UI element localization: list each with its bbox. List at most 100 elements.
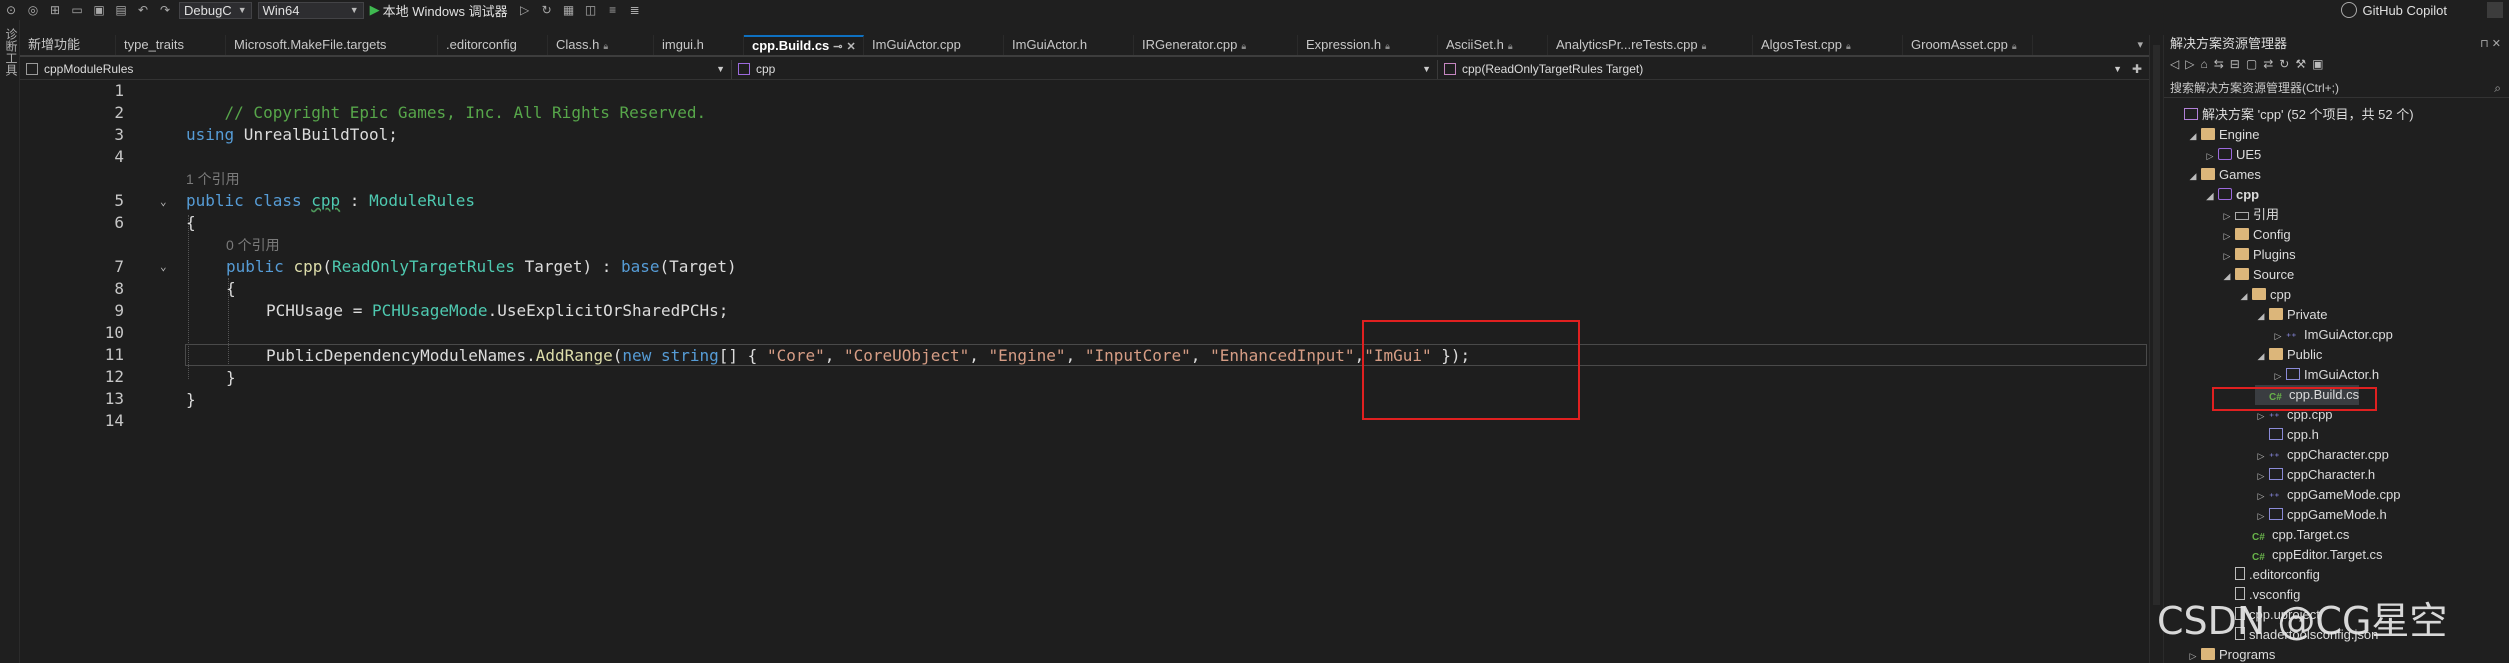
member-dropdown[interactable]: cpp(ReadOnlyTargetRules Target) ▼ [1438,60,2128,79]
tree-node[interactable]: ▷ Plugins [2221,245,2296,265]
account-icon[interactable] [2487,2,2503,18]
tab-7[interactable]: ImGuiActor.cpp [864,35,1004,55]
diagnostic-tools-tab[interactable]: 诊断工具 [3,20,20,76]
tab-0[interactable]: 新增功能 [20,35,116,55]
project-dropdown[interactable]: cpp ▼ [732,59,1438,79]
navigate-back-icon[interactable]: ⊙ [2,1,20,19]
undo-icon[interactable]: ↶ [134,1,152,19]
editor-vertical-scrollbar[interactable] [2149,35,2163,663]
tree-node[interactable]: ▷ Programs [2187,645,2276,663]
play-icon[interactable]: ▶ [370,2,380,18]
expanded-arrow-icon[interactable]: ◢ [2221,266,2233,286]
preview-icon[interactable]: ▣ [2312,57,2323,71]
tree-node[interactable]: ◢ Private [2255,305,2328,326]
collapsed-arrow-icon[interactable]: ▷ [2255,446,2267,466]
expanded-arrow-icon[interactable]: ◢ [2187,166,2199,186]
tree-node[interactable]: cpp.h [2255,425,2319,445]
hot-reload-icon[interactable]: ↻ [538,1,556,19]
collapsed-arrow-icon[interactable]: ▷ [2221,246,2233,266]
tree-node[interactable]: ▷ ⁺⁺ cppGameMode.cpp [2255,485,2401,506]
tab-9[interactable]: IRGenerator.cpp 🔒︎ [1134,35,1298,55]
home-icon[interactable]: ⌂ [2200,57,2207,71]
tab-2[interactable]: Microsoft.MakeFile.targets [226,35,438,55]
search-icon[interactable]: ⌕ [2494,78,2501,98]
tree-node[interactable]: ▷ Config [2221,225,2291,245]
tab-13[interactable]: AlgosTest.cpp 🔒︎ [1753,35,1903,55]
tab-12[interactable]: AnalyticsPr...reTests.cpp 🔒︎ [1548,35,1753,55]
fold-toggle-icon[interactable]: ⌄ [160,256,172,278]
tree-node[interactable]: ◢ Games [2187,165,2261,185]
expanded-arrow-icon[interactable]: ◢ [2187,126,2199,146]
tab-11[interactable]: AsciiSet.h 🔒︎ [1438,35,1548,55]
tree-node[interactable]: C# cpp.Target.cs [2238,525,2349,545]
refresh-icon[interactable]: ↻ [2279,57,2289,71]
save-all-icon[interactable]: ▤ [112,1,130,19]
tab-10[interactable]: Expression.h 🔒︎ [1298,35,1438,55]
tree-node[interactable]: ▷ ⁺⁺ cppCharacter.cpp [2255,445,2389,465]
tree-node[interactable]: .editorconfig [2221,565,2320,585]
tree-node[interactable]: ▷ 引用 [2221,205,2279,225]
tab-overflow-icon[interactable]: ▾ [2131,35,2149,55]
run-without-debug-icon[interactable]: ▷ [516,1,534,19]
new-item-icon[interactable]: ⊞ [46,1,64,19]
expanded-arrow-icon[interactable]: ◢ [2238,286,2250,306]
codelens-references-hint[interactable]: 0 个引用 [226,236,280,254]
code-editor[interactable]: 1 2 3 4 5 6 7 8 9 10 11 12 13 14 ⌄ ⌄ // Copyright Epi… [20,80,2149,663]
codelens-references-hint[interactable]: 1 个引用 [186,170,240,188]
redo-icon[interactable]: ↷ [156,1,174,19]
configuration-dropdown[interactable]: DebugC ▼ [179,1,252,19]
collapsed-arrow-icon[interactable]: ▷ [2255,506,2267,526]
tab-6[interactable]: cpp.Build.cs ⊸ ✕ [744,35,864,55]
expanded-arrow-icon[interactable]: ◢ [2255,306,2267,326]
tree-node[interactable]: ◢ Public [2255,345,2323,366]
pin-icon[interactable]: ⊸ [833,41,842,53]
tree-node[interactable]: ◢ Engine [2187,125,2260,146]
split-editor-icon[interactable]: ✚ [2132,62,2142,76]
switch-views-icon[interactable]: ⇄ [2263,57,2273,71]
fold-toggle-icon[interactable]: ⌄ [160,191,172,213]
collapsed-arrow-icon[interactable]: ▷ [2272,366,2284,386]
layout-icon[interactable]: ▦ [560,1,578,19]
tree-node[interactable]: ◢ cpp [2238,285,2291,305]
tree-node[interactable]: ▷ ⁺⁺ ImGuiActor.cpp [2272,325,2393,345]
tab-8[interactable]: ImGuiActor.h [1004,35,1134,55]
tab-4[interactable]: Class.h 🔒︎ [548,35,654,55]
comment-icon[interactable]: ≡ [604,1,622,19]
scrollbar-thumb[interactable] [2153,45,2160,605]
breakpoints-icon[interactable]: ◫ [582,1,600,19]
scope-dropdown[interactable]: cppModuleRules ▼ [20,59,732,79]
collapsed-arrow-icon[interactable]: ▷ [2255,466,2267,486]
start-debugger-button[interactable]: 本地 Windows 调试器 [383,1,508,20]
tree-node[interactable]: ◢ Source [2221,265,2295,286]
expanded-arrow-icon[interactable]: ◢ [2204,186,2216,206]
properties-icon[interactable]: ⚒ [2295,57,2306,71]
platform-dropdown[interactable]: Win64 ▼ [257,1,364,19]
collapse-all-icon[interactable]: ⊟ [2230,57,2240,71]
sync-icon[interactable]: ⇆ [2214,57,2224,71]
collapsed-arrow-icon[interactable]: ▷ [2221,206,2233,226]
show-all-files-icon[interactable]: ▢ [2246,57,2257,71]
tree-node[interactable]: ▷ ImGuiActor.h [2272,365,2380,386]
tab-1[interactable]: type_traits [116,35,226,55]
tree-node[interactable]: C# cppEditor.Target.cs [2238,545,2383,565]
tab-14[interactable]: GroomAsset.cpp 🔒︎ [1903,35,2033,55]
expanded-arrow-icon[interactable]: ◢ [2255,346,2267,366]
forward-icon[interactable]: ▷ [2185,57,2194,71]
tree-node[interactable]: ▷ UE5 [2204,145,2262,166]
collapsed-arrow-icon[interactable]: ▷ [2204,146,2216,166]
tree-node[interactable]: ▷ cppCharacter.h [2255,465,2376,486]
solution-search-input[interactable]: 搜索解决方案资源管理器(Ctrl+;) ⌕ [2164,78,2509,98]
close-icon[interactable]: ✕ [847,41,856,53]
tab-5[interactable]: imgui.h [654,35,744,55]
tab-3[interactable]: .editorconfig [438,35,548,55]
tree-node[interactable]: ◢ cpp [2204,185,2260,206]
collapsed-arrow-icon[interactable]: ▷ [2272,326,2284,346]
pin-icon[interactable]: ⊓ ✕ [2480,35,2501,53]
back-icon[interactable]: ◁ [2170,57,2179,71]
tree-node[interactable]: ▷ cppGameMode.h [2255,505,2387,525]
collapsed-arrow-icon[interactable]: ▷ [2221,226,2233,246]
github-copilot-button[interactable]: GitHub Copilot [2341,0,2447,20]
navigate-forward-icon[interactable]: ◎ [24,1,42,19]
collapsed-arrow-icon[interactable]: ▷ [2187,646,2199,663]
collapsed-arrow-icon[interactable]: ▷ [2255,486,2267,506]
